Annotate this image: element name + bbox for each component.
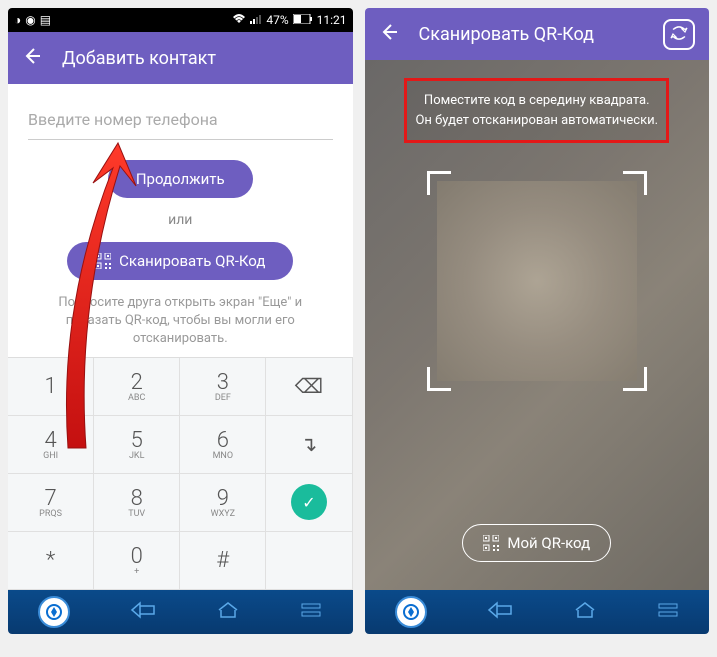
keypad-key-1[interactable]: 1 xyxy=(8,358,94,416)
keypad-key-7[interactable]: 7PRQS xyxy=(8,474,94,532)
keypad-key-0[interactable]: 0+ xyxy=(94,532,180,590)
my-qr-label: Мой QR-код xyxy=(507,534,590,552)
battery-text: 47% xyxy=(266,13,288,27)
nav-home-icon[interactable] xyxy=(216,601,240,623)
back-icon[interactable] xyxy=(379,22,399,47)
status-bar: ◑ ◉ ▤ 47% 11:21 xyxy=(8,8,353,32)
content-area: Продолжить или Сканировать QR-Код Попрос… xyxy=(8,84,353,357)
frame-corner xyxy=(427,171,451,195)
keypad-key-4[interactable]: 4GHI xyxy=(8,416,94,474)
app-header: Сканировать QR-Код xyxy=(365,8,710,60)
keypad-next[interactable]: ↴ xyxy=(266,416,352,474)
keypad-empty xyxy=(266,532,352,590)
nav-assist-icon[interactable] xyxy=(38,596,70,628)
keypad-key-6[interactable]: 6MNO xyxy=(180,416,266,474)
keypad-key-3[interactable]: 3DEF xyxy=(180,358,266,416)
keypad-key-#[interactable]: # xyxy=(180,532,266,590)
scan-qr-button[interactable]: Сканировать QR-Код xyxy=(67,242,293,280)
instruction-line: Он будет отсканирован автоматически. xyxy=(415,111,658,131)
signal-icon xyxy=(250,13,262,27)
header-title: Сканировать QR-Код xyxy=(419,24,595,45)
app-header: Добавить контакт xyxy=(8,32,353,84)
header-title: Добавить контакт xyxy=(62,48,216,69)
camera-preview xyxy=(437,181,637,381)
nav-back-icon[interactable] xyxy=(130,601,156,623)
help-text: Попросите друга открыть экран "Еще" и по… xyxy=(28,294,333,349)
back-icon[interactable] xyxy=(22,46,42,71)
nav-assist-icon[interactable] xyxy=(395,596,427,628)
wifi-icon xyxy=(232,13,246,28)
keypad-key-5[interactable]: 5JKL xyxy=(94,416,180,474)
status-icon: ◉ xyxy=(25,13,35,27)
instruction-box: Поместите код в середину квадрата. Он бу… xyxy=(404,78,669,143)
keypad-key-8[interactable]: 8TUV xyxy=(94,474,180,532)
keypad-confirm[interactable]: ✓ xyxy=(266,474,352,532)
scan-frame xyxy=(427,171,647,391)
battery-icon xyxy=(293,13,313,27)
nav-recent-icon[interactable] xyxy=(300,602,322,622)
or-label: или xyxy=(168,212,192,228)
clock-text: 11:21 xyxy=(317,13,347,27)
screen-scan-qr: Сканировать QR-Код Поместите код в серед… xyxy=(365,8,710,634)
frame-corner xyxy=(623,171,647,195)
keypad-key-2[interactable]: 2ABC xyxy=(94,358,180,416)
qr-icon xyxy=(95,253,111,269)
qr-icon xyxy=(483,535,499,551)
nav-recent-icon[interactable] xyxy=(657,602,679,622)
instruction-line: Поместите код в середину квадрата. xyxy=(415,91,658,111)
nav-home-icon[interactable] xyxy=(573,601,597,623)
nav-back-icon[interactable] xyxy=(487,601,513,623)
screen-add-contact: ◑ ◉ ▤ 47% 11:21 Добавить контакт Продолж… xyxy=(8,8,353,634)
scan-qr-label: Сканировать QR-Код xyxy=(119,252,265,270)
keypad-key-*[interactable]: * xyxy=(8,532,94,590)
keypad-backspace[interactable]: ⌫ xyxy=(266,358,352,416)
camera-switch-icon[interactable] xyxy=(663,19,695,50)
status-icon: ◑ xyxy=(14,13,21,27)
numeric-keypad: 12ABC3DEF⌫ 4GHI5JKL6MNO↴ 7PRQS8TUV9WXYZ✓ *0… xyxy=(8,357,353,590)
frame-corner xyxy=(427,367,451,391)
keypad-key-9[interactable]: 9WXYZ xyxy=(180,474,266,532)
my-qr-button[interactable]: Мой QR-код xyxy=(462,524,611,562)
phone-input[interactable] xyxy=(28,100,333,140)
status-icon: ▤ xyxy=(40,13,51,27)
android-nav-bar xyxy=(365,590,710,634)
android-nav-bar xyxy=(8,590,353,634)
camera-viewfinder: Поместите код в середину квадрата. Он бу… xyxy=(365,60,710,590)
frame-corner xyxy=(623,367,647,391)
continue-button[interactable]: Продолжить xyxy=(108,160,253,198)
